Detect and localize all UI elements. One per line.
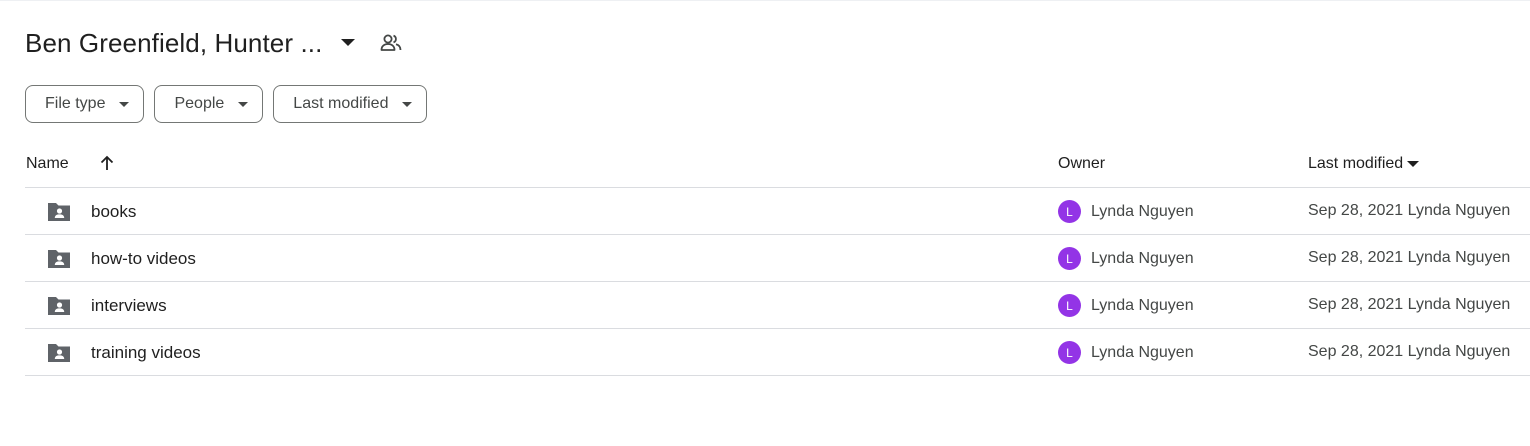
title-dropdown-button[interactable] xyxy=(334,29,362,57)
column-header-owner: Owner xyxy=(1058,155,1106,172)
chevron-down-icon xyxy=(119,101,130,107)
last-modified-cell: Sep 28, 2021 Lynda Nguyen xyxy=(1308,296,1511,313)
avatar: L xyxy=(1058,247,1081,270)
file-name: interviews xyxy=(91,296,167,315)
shared-folder-icon xyxy=(48,203,70,221)
filter-chip-people[interactable]: People xyxy=(154,85,264,123)
owner-name: Lynda Nguyen xyxy=(1091,296,1194,314)
avatar: L xyxy=(1058,200,1081,223)
filter-chip-label: People xyxy=(174,95,225,112)
file-name: books xyxy=(91,202,137,221)
shared-folder-icon xyxy=(48,344,70,362)
owner-name: Lynda Nguyen xyxy=(1091,249,1194,267)
arrow-drop-down-icon xyxy=(341,39,356,46)
table-row[interactable]: how-to videos L Lynda Nguyen Sep 28, 202… xyxy=(25,235,1530,282)
column-header-last-modified[interactable]: Last modified xyxy=(1308,155,1420,173)
filter-chip-last-modified[interactable]: Last modified xyxy=(273,85,428,123)
file-name: training videos xyxy=(91,343,201,362)
filter-chip-label: File type xyxy=(45,95,106,112)
chevron-down-icon xyxy=(402,101,413,107)
sort-direction-button[interactable] xyxy=(95,151,119,175)
last-modified-cell: Sep 28, 2021 Lynda Nguyen xyxy=(1308,202,1511,219)
last-modified-cell: Sep 28, 2021 Lynda Nguyen xyxy=(1308,343,1511,360)
owner-name: Lynda Nguyen xyxy=(1091,202,1194,220)
filter-chips: File type People Last modified xyxy=(25,85,428,123)
chevron-down-icon xyxy=(238,101,249,107)
table-row[interactable]: training videos L Lynda Nguyen Sep 28, 2… xyxy=(25,329,1530,376)
column-header-name[interactable]: Name xyxy=(26,155,69,173)
last-modified-cell: Sep 28, 2021 Lynda Nguyen xyxy=(1308,249,1511,266)
owner-cell: L Lynda Nguyen xyxy=(1058,200,1194,223)
arrow-drop-down-icon xyxy=(1407,161,1420,167)
share-people-button[interactable] xyxy=(376,28,406,58)
filter-chip-label: Last modified xyxy=(293,95,389,112)
owner-name: Lynda Nguyen xyxy=(1091,343,1194,361)
filter-chip-file-type[interactable]: File type xyxy=(25,85,145,123)
people-icon xyxy=(381,34,402,51)
table-row[interactable]: books L Lynda Nguyen Sep 28, 2021 Lynda … xyxy=(25,188,1530,235)
folder-title[interactable]: Ben Greenfield, Hunter ... xyxy=(25,28,322,59)
owner-cell: L Lynda Nguyen xyxy=(1058,341,1194,364)
table-row[interactable]: interviews L Lynda Nguyen Sep 28, 2021 L… xyxy=(25,282,1530,329)
file-list: Name Owner Last modified books L Lynda N… xyxy=(25,141,1530,376)
drive-folder-view: Ben Greenfield, Hunter ... File type Peo… xyxy=(0,0,1530,446)
shared-folder-icon xyxy=(48,250,70,268)
shared-folder-icon xyxy=(48,297,70,315)
avatar: L xyxy=(1058,294,1081,317)
owner-cell: L Lynda Nguyen xyxy=(1058,294,1194,317)
owner-cell: L Lynda Nguyen xyxy=(1058,247,1194,270)
avatar: L xyxy=(1058,341,1081,364)
table-header: Name Owner Last modified xyxy=(25,141,1530,188)
arrow-upward-icon xyxy=(100,155,114,170)
folder-header: Ben Greenfield, Hunter ... xyxy=(25,23,406,63)
file-name: how-to videos xyxy=(91,249,196,268)
column-header-label: Last modified xyxy=(1308,155,1404,172)
